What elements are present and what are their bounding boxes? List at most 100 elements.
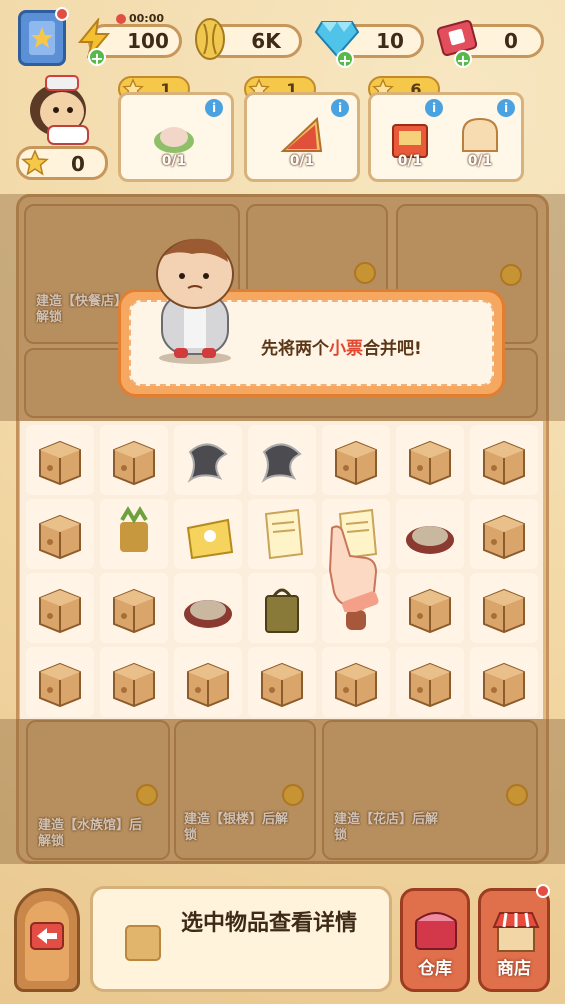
energy-timer: 00:00	[116, 12, 164, 25]
cardboard-box-icon	[409, 662, 451, 708]
coin-value: 6K	[251, 29, 281, 53]
info-icon[interactable]: i	[205, 99, 223, 117]
board-cell[interactable]	[470, 647, 538, 717]
star-icon	[21, 149, 49, 176]
warehouse-box-icon	[415, 912, 457, 950]
board-cell[interactable]	[396, 499, 464, 569]
order-card-1[interactable]: i 0/1	[118, 92, 234, 182]
cardboard-box-icon	[187, 662, 229, 708]
hand-pointer-icon	[328, 525, 379, 612]
board-cell[interactable]	[26, 647, 94, 717]
timer-value: 00:00	[129, 12, 165, 25]
cardboard-box-icon	[39, 440, 81, 486]
order-card-2[interactable]: i 0/1	[244, 92, 360, 182]
cardboard-box-icon	[39, 588, 81, 634]
paper-bag-icon	[186, 518, 234, 560]
shopping-bag-icon	[265, 588, 299, 633]
item-detail-text: 选中物品查看详情	[180, 911, 357, 936]
board-cell[interactable]	[26, 499, 94, 569]
vegetable-bowl-icon	[120, 506, 148, 552]
star-value: 0	[71, 152, 85, 176]
board-cell[interactable]	[100, 573, 168, 643]
info-icon[interactable]: i	[331, 99, 349, 117]
item-placeholder-icon	[125, 925, 161, 961]
add-ticket-button[interactable]: +	[454, 50, 472, 69]
book-star-icon	[29, 21, 55, 55]
back-arrow-icon	[30, 922, 64, 950]
cardboard-box-icon	[261, 662, 303, 708]
board-cell[interactable]	[248, 573, 316, 643]
board-cell[interactable]	[470, 425, 538, 495]
noodle-plate-icon	[184, 600, 232, 628]
back-door-button[interactable]	[14, 888, 80, 992]
message-highlight: 小票	[329, 339, 363, 359]
order-card-3[interactable]: i i 0/1 0/1	[368, 92, 524, 182]
tutorial-message: 先将两个小票合并吧!	[261, 334, 422, 359]
cardboard-box-icon	[39, 662, 81, 708]
order-2-item: 0/1	[277, 111, 327, 171]
board-cell[interactable]	[396, 647, 464, 717]
board-cell[interactable]	[248, 499, 316, 569]
cardboard-box-icon	[409, 440, 451, 486]
board-cell[interactable]	[100, 647, 168, 717]
player-avatar[interactable]	[18, 66, 102, 146]
star-counter: 0	[16, 146, 108, 180]
cardboard-box-icon	[113, 440, 155, 486]
board-cell[interactable]	[174, 499, 242, 569]
board-cell[interactable]	[174, 425, 242, 495]
message-suffix: 合并吧!	[363, 339, 422, 359]
warehouse-button[interactable]: 仓库	[400, 888, 470, 992]
order-1-item: 0/1	[149, 111, 199, 171]
board-cell[interactable]	[396, 573, 464, 643]
receipt-ticket-icon	[264, 508, 304, 560]
board-cell[interactable]	[322, 425, 390, 495]
board-cell[interactable]	[470, 573, 538, 643]
cardboard-box-icon	[409, 588, 451, 634]
shop-stall-icon	[492, 912, 540, 952]
cardboard-box-icon	[483, 440, 525, 486]
ticket-value: 0	[504, 29, 518, 53]
cardboard-box-icon	[483, 588, 525, 634]
cardboard-box-icon	[113, 662, 155, 708]
cardboard-box-icon	[335, 662, 377, 708]
cardboard-box-icon	[113, 588, 155, 634]
cardboard-box-icon	[483, 662, 525, 708]
shop-notification-dot	[536, 884, 550, 898]
tangled-item-icon	[187, 443, 228, 483]
order-3-item-2-count: 0/1	[467, 153, 493, 169]
order-3-item-1-count: 0/1	[397, 153, 423, 169]
order-2-item-count: 0/1	[289, 153, 315, 169]
order-3-item-1: 0/1	[385, 111, 435, 171]
tutorial-dim-bottom	[0, 719, 565, 864]
board-cell[interactable]	[174, 573, 242, 643]
add-gem-button[interactable]: +	[336, 50, 354, 69]
board-cell[interactable]	[100, 499, 168, 569]
add-energy-button[interactable]: +	[88, 48, 106, 67]
tangled-item-icon	[261, 443, 302, 483]
clock-icon	[116, 13, 126, 24]
board-cell[interactable]	[100, 425, 168, 495]
board-cell[interactable]	[396, 425, 464, 495]
board-cell[interactable]	[248, 425, 316, 495]
diamond-icon	[314, 21, 360, 58]
noodle-plate-icon	[406, 526, 454, 554]
item-detail-panel: 选中物品查看详情	[90, 886, 392, 992]
board-cell[interactable]	[322, 647, 390, 717]
board-cell[interactable]	[470, 499, 538, 569]
warehouse-label: 仓库	[418, 959, 452, 979]
message-prefix: 先将两个	[261, 339, 329, 359]
board-cell[interactable]	[26, 573, 94, 643]
board-cell[interactable]	[26, 425, 94, 495]
order-1-item-count: 0/1	[161, 153, 187, 169]
shop-label: 商店	[497, 959, 531, 979]
board-cell[interactable]	[174, 647, 242, 717]
cardboard-box-icon	[335, 440, 377, 486]
board-cell[interactable]	[248, 647, 316, 717]
order-3-item-2: 0/1	[455, 111, 505, 171]
notification-dot	[55, 7, 69, 21]
sunflower-seed-icon	[195, 18, 225, 60]
cardboard-box-icon	[39, 514, 81, 560]
hamster-guide-character	[156, 238, 234, 364]
shop-button[interactable]: 商店	[478, 888, 550, 992]
cardboard-box-icon	[483, 514, 525, 560]
